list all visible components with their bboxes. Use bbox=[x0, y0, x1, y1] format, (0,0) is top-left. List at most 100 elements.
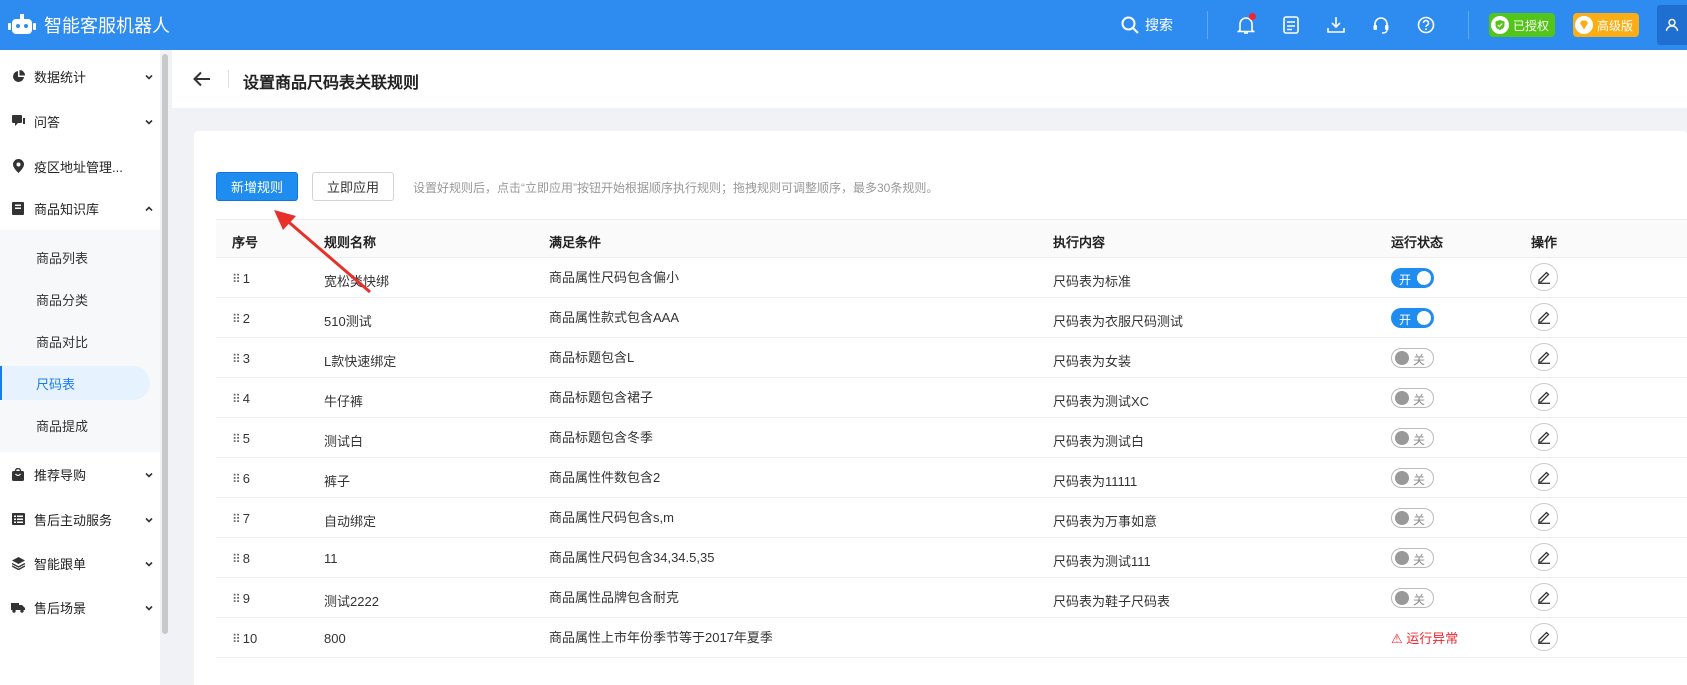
sidebar-item-label: 商品知识库 bbox=[34, 201, 100, 217]
rule-condition: 商品标题包含裙子 bbox=[549, 390, 654, 405]
toggle-label: 开 bbox=[1399, 313, 1412, 327]
authorized-badge[interactable]: 已授权 bbox=[1488, 13, 1555, 37]
submenu-item-product-commission[interactable]: 商品提成 bbox=[0, 408, 150, 442]
row-index[interactable]: ⠿ 6 bbox=[232, 471, 250, 486]
table-row[interactable]: ⠿ 10 800 商品属性上市年份季节等于2017年夏季 ⚠ 运行异常 bbox=[216, 618, 1687, 658]
edit-button[interactable] bbox=[1530, 583, 1558, 611]
status-error: ⚠ 运行异常 bbox=[1391, 631, 1459, 646]
submenu-item-product-category[interactable]: 商品分类 bbox=[0, 282, 150, 316]
customer-service-button[interactable] bbox=[1369, 13, 1393, 37]
toggle-knob bbox=[1395, 351, 1409, 365]
table-row[interactable]: ⠿ 4 牛仔裤 商品标题包含裙子 尺码表为测试XC 关 bbox=[216, 378, 1687, 418]
pencil-icon bbox=[1538, 431, 1550, 444]
page-title: 设置商品尺码表关联规则 bbox=[243, 75, 420, 92]
status-toggle[interactable]: 关 bbox=[1391, 468, 1434, 488]
drag-handle-icon[interactable]: ⠿ bbox=[232, 352, 241, 366]
status-toggle[interactable]: 开 bbox=[1391, 308, 1434, 328]
notification-button[interactable] bbox=[1234, 13, 1258, 37]
table-row[interactable]: ⠿ 2 510测试 商品属性款式包含AAA 尺码表为衣服尺码测试 开 bbox=[216, 298, 1687, 338]
chevron-down-icon bbox=[144, 601, 154, 616]
row-index[interactable]: ⠿ 8 bbox=[232, 551, 250, 566]
drag-handle-icon[interactable]: ⠿ bbox=[232, 512, 241, 526]
user-icon bbox=[1665, 18, 1679, 32]
sidebar-item-smart-followup[interactable]: 智能跟单 bbox=[0, 541, 160, 585]
user-menu-button[interactable] bbox=[1657, 5, 1687, 45]
edit-button[interactable] bbox=[1530, 263, 1558, 291]
pencil-icon bbox=[1538, 471, 1550, 484]
authorized-label: 已授权 bbox=[1512, 18, 1549, 33]
edit-button[interactable] bbox=[1530, 343, 1558, 371]
download-button[interactable] bbox=[1324, 13, 1348, 37]
row-index[interactable]: ⠿ 9 bbox=[232, 591, 250, 606]
row-index-value: 8 bbox=[242, 551, 251, 566]
status-toggle[interactable]: 关 bbox=[1391, 428, 1434, 448]
status-toggle[interactable]: 关 bbox=[1391, 508, 1434, 528]
row-index[interactable]: ⠿ 4 bbox=[232, 391, 250, 406]
row-index[interactable]: ⠿ 7 bbox=[232, 511, 250, 526]
submenu-item-size-chart[interactable]: 尺码表 bbox=[0, 366, 150, 400]
sidebar-item-product-knowledge[interactable]: 商品知识库 bbox=[0, 186, 160, 230]
help-button[interactable] bbox=[1414, 13, 1438, 37]
edit-button[interactable] bbox=[1530, 423, 1558, 451]
status-toggle[interactable]: 关 bbox=[1391, 588, 1434, 608]
question-icon bbox=[1417, 16, 1435, 34]
sidebar-item-recommend-guide[interactable]: 推荐导购 bbox=[0, 452, 160, 496]
edit-button[interactable] bbox=[1530, 303, 1558, 331]
status-toggle[interactable]: 开 bbox=[1391, 268, 1434, 288]
edit-button[interactable] bbox=[1530, 463, 1558, 491]
sidebar-item-aftersale-service[interactable]: 售后主动服务 bbox=[0, 497, 160, 541]
search-label: 搜索 bbox=[1144, 17, 1173, 33]
submenu-item-product-list[interactable]: 商品列表 bbox=[0, 240, 150, 274]
sidebar-scrollbar[interactable] bbox=[162, 54, 168, 634]
table-row[interactable]: ⠿ 6 裤子 商品属性件数包含2 尺码表为11111 关 bbox=[216, 458, 1687, 498]
search-button[interactable]: 搜索 bbox=[1121, 15, 1173, 35]
sidebar-item-epidemic-address[interactable]: 疫区地址管理... bbox=[0, 144, 160, 188]
back-button[interactable] bbox=[190, 67, 214, 91]
apply-now-button[interactable]: 立即应用 bbox=[312, 172, 394, 201]
rule-name: 510测试 bbox=[324, 314, 372, 329]
table-row[interactable]: ⠿ 5 测试白 商品标题包含冬季 尺码表为测试白 关 bbox=[216, 418, 1687, 458]
row-index[interactable]: ⠿ 3 bbox=[232, 351, 250, 366]
brand[interactable]: 智能客服机器人 bbox=[0, 11, 170, 39]
drag-handle-icon[interactable]: ⠿ bbox=[232, 472, 241, 486]
drag-handle-icon[interactable]: ⠿ bbox=[232, 592, 241, 606]
row-index[interactable]: ⠿ 1 bbox=[232, 271, 250, 286]
row-index[interactable]: ⠿ 10 bbox=[232, 631, 257, 646]
sidebar-item-qa[interactable]: 问答 bbox=[0, 99, 160, 143]
submenu-item-product-compare[interactable]: 商品对比 bbox=[0, 324, 150, 358]
table-row[interactable]: ⠿ 1 宽松类快绑 商品属性尺码包含偏小 尺码表为标准 开 bbox=[216, 258, 1687, 298]
drag-handle-icon[interactable]: ⠿ bbox=[232, 432, 241, 446]
drag-handle-icon[interactable]: ⠿ bbox=[232, 392, 241, 406]
add-rule-button[interactable]: 新增规则 bbox=[216, 172, 298, 201]
status-toggle[interactable]: 关 bbox=[1391, 548, 1434, 568]
drag-handle-icon[interactable]: ⠿ bbox=[232, 552, 241, 566]
drag-handle-icon[interactable]: ⠿ bbox=[232, 312, 241, 326]
drag-handle-icon[interactable]: ⠿ bbox=[232, 272, 241, 286]
row-index[interactable]: ⠿ 5 bbox=[232, 431, 250, 446]
table-row[interactable]: ⠿ 3 L款快速绑定 商品标题包含L 尺码表为女装 关 bbox=[216, 338, 1687, 378]
edition-badge[interactable]: 高级版 bbox=[1572, 13, 1639, 37]
edit-button[interactable] bbox=[1530, 543, 1558, 571]
edit-button[interactable] bbox=[1530, 503, 1558, 531]
table-row[interactable]: ⠿ 8 11 商品属性尺码包含34,34.5,35 尺码表为测试111 关 bbox=[216, 538, 1687, 578]
download-icon bbox=[1327, 17, 1345, 33]
edit-button[interactable] bbox=[1530, 623, 1558, 651]
shield-check-icon bbox=[1490, 16, 1509, 34]
rule-operation bbox=[1530, 623, 1558, 651]
notification-dot bbox=[1248, 13, 1256, 20]
pencil-icon bbox=[1538, 351, 1550, 364]
document-button[interactable] bbox=[1279, 13, 1303, 37]
row-index-value: 5 bbox=[242, 431, 251, 446]
table-row[interactable]: ⠿ 7 自动绑定 商品属性尺码包含s,m 尺码表为万事如意 关 bbox=[216, 498, 1687, 538]
sidebar-item-data-stats[interactable]: 数据统计 bbox=[0, 54, 160, 98]
truck-icon bbox=[11, 600, 25, 614]
rule-condition: 商品标题包含L bbox=[549, 350, 635, 365]
drag-handle-icon[interactable]: ⠿ bbox=[232, 632, 241, 646]
row-index-value: 7 bbox=[242, 511, 251, 526]
edit-button[interactable] bbox=[1530, 383, 1558, 411]
table-row[interactable]: ⠿ 9 测试2222 商品属性品牌包含耐克 尺码表为鞋子尺码表 关 bbox=[216, 578, 1687, 618]
status-toggle[interactable]: 关 bbox=[1391, 388, 1434, 408]
sidebar-item-aftersale-scene[interactable]: 售后场景 bbox=[0, 585, 160, 629]
status-toggle[interactable]: 关 bbox=[1391, 348, 1434, 368]
row-index[interactable]: ⠿ 2 bbox=[232, 311, 250, 326]
